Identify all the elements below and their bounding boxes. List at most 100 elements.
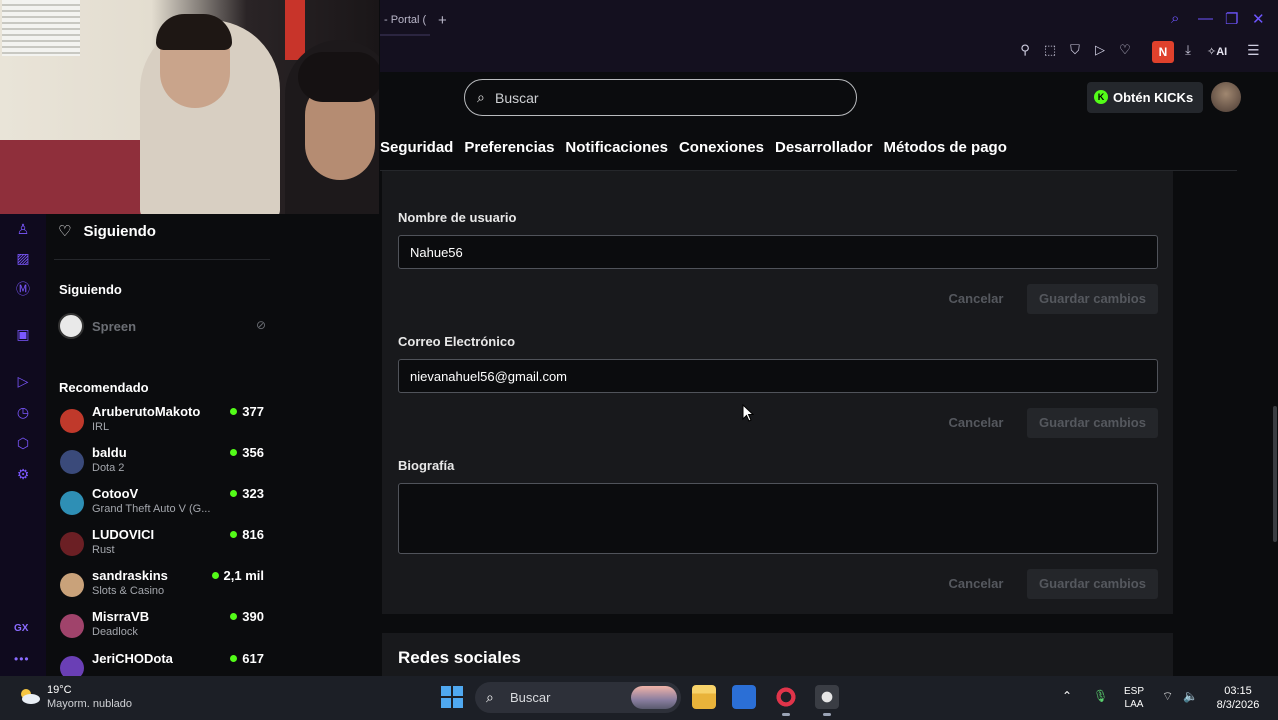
volume-icon[interactable]: 🔈 <box>1183 689 1198 703</box>
followed-channel-offline[interactable]: Spreen ⊘ <box>58 313 268 341</box>
recommended-channel[interactable]: baldu Dota 2 356 <box>58 445 268 483</box>
ai-button[interactable]: ✧AI <box>1207 45 1227 58</box>
recommended-channel[interactable]: CotooV Grand Theft Auto V (G... 323 <box>58 486 268 524</box>
email-cancel-button[interactable]: Cancelar <box>937 408 1015 438</box>
avatar <box>60 409 84 433</box>
browser-tab[interactable]: - Portal ( <box>380 8 430 36</box>
profile-card-top <box>382 171 1173 189</box>
heart-icon: ♡ <box>58 223 72 240</box>
viewer-count: 390 <box>230 609 264 624</box>
browser-chrome: - Portal ( + ⌕ — ❐ ✕ ⚲ ⬚ ⛉ ▷ ♡ N ⤓ ✧AI ☰ <box>380 0 1278 72</box>
new-tab-button[interactable]: + <box>438 12 447 29</box>
language-indicator[interactable]: ESP LAA <box>1124 685 1144 711</box>
bio-save-button[interactable]: Guardar cambios <box>1027 569 1158 599</box>
kicks-coin-icon: K <box>1094 90 1108 104</box>
search-highlight-image <box>631 686 677 709</box>
clock-time: 03:15 <box>1224 685 1252 697</box>
email-save-button[interactable]: Guardar cambios <box>1027 408 1158 438</box>
search-bar[interactable]: ⌕ <box>464 79 857 116</box>
recommended-channel[interactable]: LUDOVICI Rust 816 <box>58 527 268 565</box>
weather-cloud-icon[interactable] <box>17 686 41 706</box>
channel-name: sandraskins <box>92 568 168 583</box>
get-kicks-button[interactable]: K Obtén KICKs <box>1087 82 1203 113</box>
minimize-icon[interactable]: — <box>1198 10 1213 27</box>
email-field[interactable] <box>398 359 1158 393</box>
more-icon[interactable]: ••• <box>14 652 30 666</box>
recommended-channel[interactable]: MisrraVB Deadlock 390 <box>58 609 268 647</box>
weather-description[interactable]: Mayorm. nublado <box>47 698 132 710</box>
aria-icon[interactable]: ♙ <box>14 220 32 238</box>
windows-start-icon[interactable] <box>441 686 463 708</box>
taskbar-search[interactable]: ⌕ Buscar <box>475 682 681 713</box>
microphone-icon[interactable]: 🎙 <box>1093 689 1108 703</box>
viewer-count: 323 <box>230 486 264 501</box>
extensions-icon[interactable]: ⬡ <box>14 434 32 452</box>
notifications-off-icon[interactable]: ⊘ <box>256 318 266 332</box>
heart-icon[interactable]: ♡ <box>1115 42 1135 58</box>
webcam-bed <box>0 140 160 214</box>
opera-gx-icon[interactable] <box>774 685 798 716</box>
search-icon: ⌕ <box>477 89 485 105</box>
windows-taskbar: 19°C Mayorm. nublado ⌕ Buscar ⌃ 🎙 ESP LA… <box>0 676 1278 720</box>
tab-conexiones[interactable]: Conexiones <box>679 139 764 156</box>
history-icon[interactable]: ◷ <box>14 403 32 421</box>
messenger-icon[interactable]: Ⓜ <box>14 280 32 298</box>
bio-label: Biografía <box>398 458 455 473</box>
twitch-icon[interactable]: ▣ <box>14 325 32 343</box>
extension-n-icon[interactable]: N <box>1152 41 1174 63</box>
tray-overflow-icon[interactable]: ⌃ <box>1062 689 1072 703</box>
profile-card: Nombre de usuario Cancelar Guardar cambi… <box>382 188 1173 614</box>
username-field[interactable] <box>398 235 1158 269</box>
email-label: Correo Electrónico <box>398 334 516 349</box>
player-icon[interactable]: ▷ <box>14 372 32 390</box>
download-icon[interactable]: ⤓ <box>1178 42 1198 58</box>
store-icon[interactable] <box>732 685 756 709</box>
settings-icon[interactable]: ⚙ <box>14 465 32 483</box>
clock[interactable]: 03:15 8/3/2026 <box>1210 684 1266 712</box>
channel-category: Rust <box>92 544 115 556</box>
bio-cancel-button[interactable]: Cancelar <box>937 569 1015 599</box>
maximize-icon[interactable]: ❐ <box>1225 10 1238 28</box>
play-icon[interactable]: ▷ <box>1090 42 1110 58</box>
close-icon[interactable]: ✕ <box>1252 10 1265 28</box>
social-section-title: Redes sociales <box>398 648 521 667</box>
user-avatar[interactable] <box>1211 82 1241 112</box>
sidebar-following-header[interactable]: ♡ Siguiendo <box>58 222 156 240</box>
tab-preferencias[interactable]: Preferencias <box>464 139 554 156</box>
username-save-button[interactable]: Guardar cambios <box>1027 284 1158 314</box>
tab-desarrollador[interactable]: Desarrollador <box>775 139 873 156</box>
webcam-person-left-hair <box>156 14 232 50</box>
get-kicks-label: Obtén KICKs <box>1113 90 1194 105</box>
menu-icon[interactable]: ☰ <box>1247 42 1260 59</box>
viewer-count: 816 <box>230 527 264 542</box>
webcam-window-blinds <box>2 0 80 56</box>
tab-notificaciones[interactable]: Notificaciones <box>565 139 668 156</box>
channel-category: Dota 2 <box>92 462 125 474</box>
gx-corner-button[interactable]: GX <box>14 623 28 634</box>
avatar <box>60 450 84 474</box>
obs-icon[interactable] <box>815 685 839 716</box>
snapshot-icon[interactable]: ⬚ <box>1040 42 1060 58</box>
vpn-shield-icon[interactable]: ⛉ <box>1065 42 1085 58</box>
pin-icon[interactable]: ⚲ <box>1015 42 1035 58</box>
file-explorer-icon[interactable] <box>692 685 716 709</box>
channel-category: Slots & Casino <box>92 585 165 597</box>
tab-metodos-de-pago[interactable]: Métodos de pago <box>884 139 1007 156</box>
search-tabs-icon[interactable]: ⌕ <box>1171 10 1179 27</box>
username-cancel-button[interactable]: Cancelar <box>937 284 1015 314</box>
weather-temperature[interactable]: 19°C <box>47 684 72 696</box>
search-input[interactable] <box>495 88 835 108</box>
webcam-overlay <box>0 0 379 214</box>
recommended-channel[interactable]: AruberutoMakoto IRL 377 <box>58 404 268 442</box>
tab-seguridad[interactable]: Seguridad <box>380 139 453 156</box>
channel-name: Spreen <box>92 319 137 334</box>
recommended-channel[interactable]: sandraskins Slots & Casino 2,1 mil <box>58 568 268 606</box>
avatar <box>60 532 84 556</box>
settings-page: ⌕ K Obtén KICKs Seguridad Preferencias Not… <box>380 72 1278 676</box>
wallet-icon[interactable]: ▨ <box>14 249 32 267</box>
page-scrollbar[interactable] <box>1273 406 1277 542</box>
bio-textarea[interactable] <box>398 483 1158 554</box>
channel-name: JeriCHODota <box>92 651 173 666</box>
channel-name: CotooV <box>92 486 139 501</box>
wifi-icon[interactable]: ⌔ <box>1162 689 1173 704</box>
